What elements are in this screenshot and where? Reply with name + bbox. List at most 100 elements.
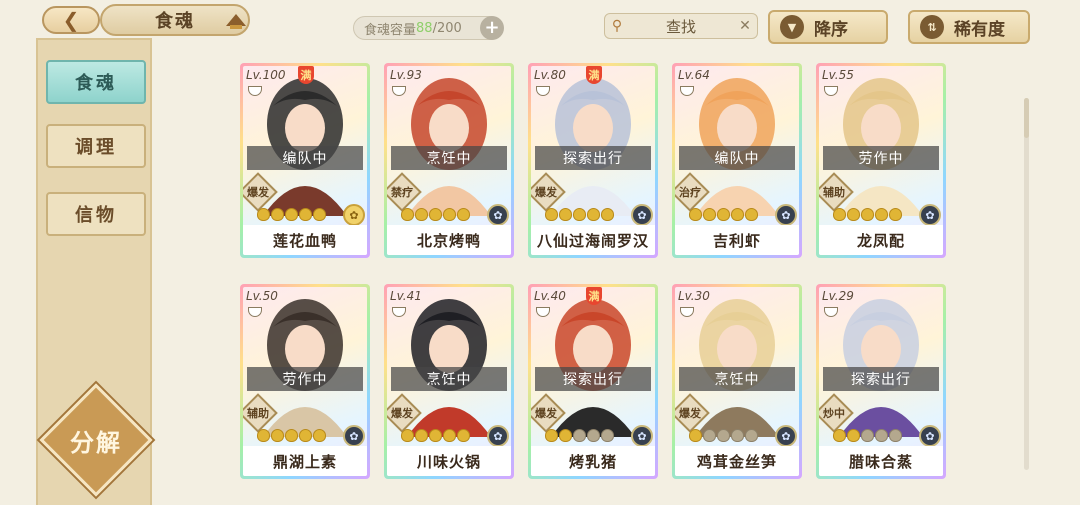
star-icon bbox=[731, 208, 744, 221]
swap-icon: ⇅ bbox=[920, 15, 944, 39]
star-icon bbox=[847, 208, 860, 221]
level-label: Lv.41 bbox=[390, 289, 422, 303]
star-icon bbox=[717, 429, 730, 442]
star-rating bbox=[257, 208, 326, 221]
clear-icon[interactable]: ✕ bbox=[733, 18, 757, 34]
level-label: Lv.30 bbox=[678, 289, 710, 303]
star-rating bbox=[257, 429, 326, 442]
star-icon bbox=[601, 208, 614, 221]
tab-cooking[interactable]: 调理 bbox=[46, 124, 146, 168]
element-icon: ✿ bbox=[919, 425, 941, 447]
star-icon bbox=[689, 208, 702, 221]
status-badge: 烹饪中 bbox=[391, 367, 507, 391]
role-label: 爆发 bbox=[535, 407, 557, 420]
food-soul-card[interactable]: Lv.40 满 探索出行 爆发 ✿ 烤乳猪 bbox=[528, 284, 658, 479]
food-soul-card[interactable]: Lv.80 满 探索出行 爆发 ✿ 八仙过海闹罗汉 bbox=[528, 63, 658, 258]
star-icon bbox=[285, 208, 298, 221]
level-label: Lv.64 bbox=[678, 68, 710, 82]
element-icon: ✿ bbox=[343, 425, 365, 447]
star-icon bbox=[559, 429, 572, 442]
sort-order-label: 降序 bbox=[814, 19, 848, 40]
role-label: 爆发 bbox=[391, 407, 413, 420]
food-soul-card[interactable]: Lv.30 烹饪中 爆发 ✿ 鸡茸金丝笋 bbox=[672, 284, 802, 479]
food-soul-card[interactable]: Lv.55 劳作中 辅助 ✿ 龙凤配 bbox=[816, 63, 946, 258]
role-label: 炒中 bbox=[823, 407, 845, 420]
max-level-badge: 满 bbox=[298, 66, 314, 84]
star-icon bbox=[545, 429, 558, 442]
rarity-sort-button[interactable]: ⇅ 稀有度 bbox=[908, 10, 1030, 44]
role-label: 爆发 bbox=[535, 186, 557, 199]
star-icon bbox=[731, 429, 744, 442]
level-label: Lv.93 bbox=[390, 68, 422, 82]
scrollbar[interactable] bbox=[1024, 98, 1029, 470]
food-soul-name: 龙凤配 bbox=[819, 225, 943, 255]
search-input[interactable]: ⚲ 查找 ✕ bbox=[604, 13, 758, 39]
capacity-max: /200 bbox=[432, 20, 462, 36]
sort-order-button[interactable]: ▼ 降序 bbox=[768, 10, 888, 44]
top-bar: ❮ 食魂 食魂容量 88 /200 + ⚲ 查找 ✕ ▼ 降序 ⇅ 稀有度 bbox=[0, 0, 1080, 50]
food-soul-card[interactable]: Lv.93 烹饪中 禁疗 ✿ 北京烤鸭 bbox=[384, 63, 514, 258]
role-label: 辅助 bbox=[247, 407, 269, 420]
star-icon bbox=[889, 429, 902, 442]
star-icon bbox=[745, 208, 758, 221]
star-icon bbox=[401, 429, 414, 442]
star-icon bbox=[875, 208, 888, 221]
status-badge: 探索出行 bbox=[535, 146, 651, 170]
star-icon bbox=[443, 208, 456, 221]
status-badge: 编队中 bbox=[679, 146, 795, 170]
food-soul-card[interactable]: Lv.64 编队中 治疗 ✿ 吉利虾 bbox=[672, 63, 802, 258]
star-icon bbox=[257, 208, 270, 221]
star-icon bbox=[573, 208, 586, 221]
star-icon bbox=[875, 429, 888, 442]
star-rating bbox=[401, 208, 470, 221]
decompose-label: 分解 bbox=[70, 428, 122, 457]
level-label: Lv.50 bbox=[246, 289, 278, 303]
element-icon: ✿ bbox=[343, 204, 365, 226]
food-soul-card[interactable]: Lv.100 满 编队中 爆发 ✿ 莲花血鸭 bbox=[240, 63, 370, 258]
card-body: Lv.29 探索出行 炒中 ✿ 腊味合蒸 bbox=[819, 287, 943, 476]
star-icon bbox=[847, 429, 860, 442]
star-icon bbox=[457, 208, 470, 221]
status-badge: 烹饪中 bbox=[679, 367, 795, 391]
capacity-add-button[interactable]: + bbox=[480, 16, 504, 40]
star-rating bbox=[689, 429, 758, 442]
chevron-left-icon: ❮ bbox=[62, 8, 80, 32]
back-button[interactable]: ❮ bbox=[42, 6, 100, 34]
food-soul-card[interactable]: Lv.29 探索出行 炒中 ✿ 腊味合蒸 bbox=[816, 284, 946, 479]
capacity-label: 食魂容量 bbox=[364, 22, 417, 38]
role-label: 爆发 bbox=[247, 186, 269, 199]
capacity-current: 88 bbox=[416, 20, 433, 36]
card-body: Lv.64 编队中 治疗 ✿ 吉利虾 bbox=[675, 66, 799, 255]
food-soul-card[interactable]: Lv.41 烹饪中 爆发 ✿ 川味火锅 bbox=[384, 284, 514, 479]
star-icon bbox=[443, 429, 456, 442]
element-icon: ✿ bbox=[487, 204, 509, 226]
scrollbar-thumb[interactable] bbox=[1024, 98, 1029, 138]
tab-tokens[interactable]: 信物 bbox=[46, 192, 146, 236]
star-icon bbox=[299, 429, 312, 442]
star-icon bbox=[861, 208, 874, 221]
star-icon bbox=[559, 208, 572, 221]
food-soul-card[interactable]: Lv.50 劳作中 辅助 ✿ 鼎湖上素 bbox=[240, 284, 370, 479]
status-badge: 探索出行 bbox=[535, 367, 651, 391]
star-icon bbox=[833, 208, 846, 221]
food-soul-name: 川味火锅 bbox=[387, 446, 511, 476]
food-soul-name: 鸡茸金丝笋 bbox=[675, 446, 799, 476]
max-level-badge: 满 bbox=[586, 287, 602, 305]
star-icon bbox=[271, 208, 284, 221]
tab-food-souls[interactable]: 食魂 bbox=[46, 60, 146, 104]
star-icon bbox=[429, 208, 442, 221]
level-label: Lv.55 bbox=[822, 68, 854, 82]
max-level-badge: 满 bbox=[586, 66, 602, 84]
star-icon bbox=[313, 429, 326, 442]
star-icon bbox=[415, 208, 428, 221]
star-rating bbox=[833, 429, 902, 442]
star-rating bbox=[545, 208, 614, 221]
star-icon bbox=[601, 429, 614, 442]
food-soul-name: 吉利虾 bbox=[675, 225, 799, 255]
star-icon bbox=[299, 208, 312, 221]
star-icon bbox=[861, 429, 874, 442]
star-icon bbox=[271, 429, 284, 442]
star-icon bbox=[573, 429, 586, 442]
star-icon bbox=[889, 208, 902, 221]
star-icon bbox=[717, 208, 730, 221]
